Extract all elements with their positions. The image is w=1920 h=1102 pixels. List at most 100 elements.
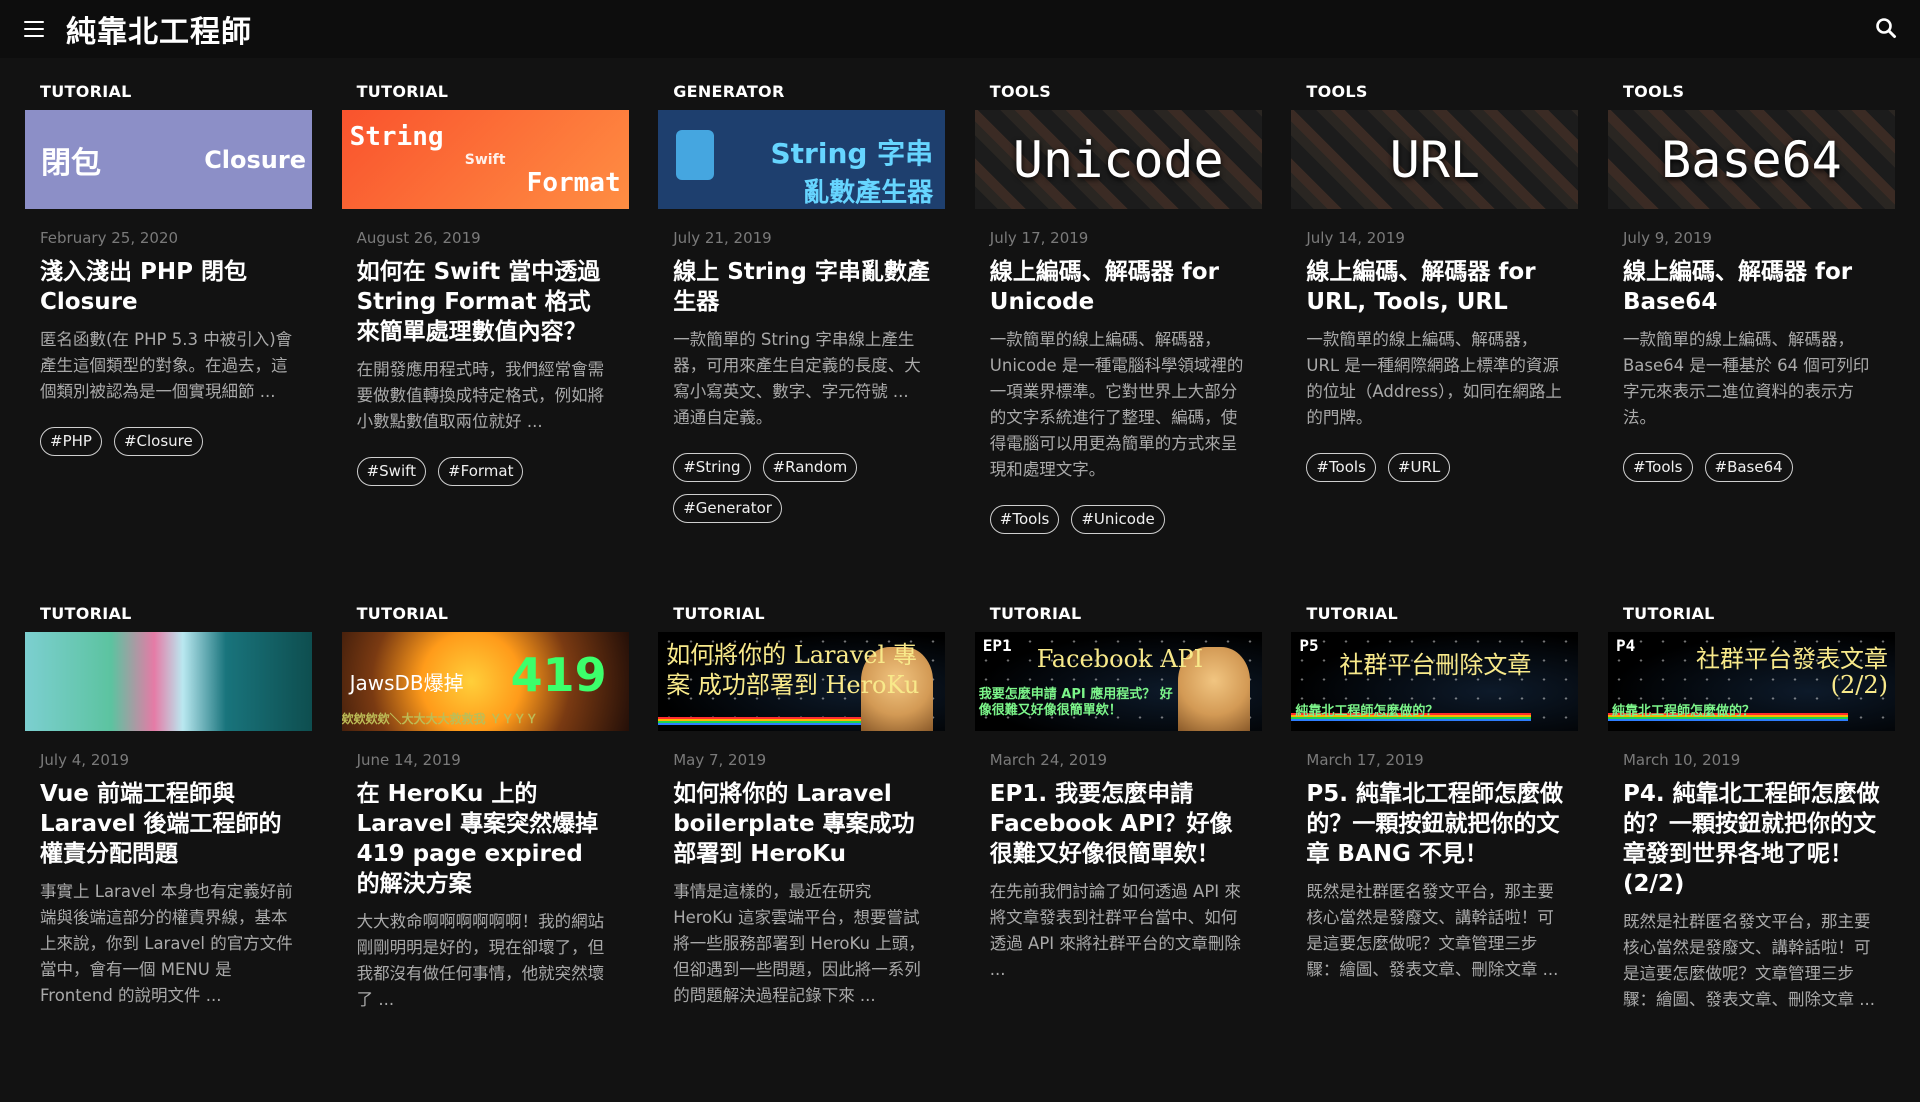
thumbnail-text: Facebook API [1036, 645, 1204, 673]
post-title[interactable]: 如何在 Swift 當中透過 String Format 格式來簡單處理數值內容… [357, 257, 614, 347]
post-title[interactable]: EP1. 我要怎麼申請 Facebook API？好像很難又好像很簡單欸！ [990, 779, 1247, 869]
post-title[interactable]: 線上編碼、解碼器 for Unicode [990, 257, 1247, 317]
hamburger-icon[interactable] [24, 21, 44, 37]
post-thumbnail[interactable]: Base64 [1607, 110, 1895, 209]
post-category[interactable]: TUTORIAL [1623, 604, 1880, 624]
thumbnail-text: Closure [204, 145, 306, 174]
post-thumbnail[interactable] [25, 632, 312, 731]
tag-link[interactable]: #PHP [40, 427, 102, 456]
post-thumbnail[interactable]: 如何將你的 Laravel 專案 成功部署到 HeroKu [658, 632, 946, 731]
thumbnail-text: Base64 [1661, 130, 1842, 189]
thumbnail-text: P4 [1615, 636, 1636, 655]
post-excerpt: 匿名函數(在 PHP 5.3 中被引入)會產生這個類型的對象。在過去，這個類別被… [40, 330, 293, 401]
robot-icon [676, 130, 715, 180]
thumbnail-text: URL [1389, 130, 1481, 189]
post-category[interactable]: TUTORIAL [990, 604, 1247, 624]
post-title[interactable]: 線上編碼、解碼器 for Base64 [1623, 257, 1880, 317]
post-title[interactable]: 線上 String 字串亂數產生器 [673, 257, 930, 317]
tag-link[interactable]: #Swift [356, 457, 427, 486]
thumbnail-text: 欸欸欸欸＼大大大大救救我 ＹＹＹＹ [341, 712, 538, 726]
post-category[interactable]: TUTORIAL [357, 82, 614, 102]
thumbnail-text: JawsDB爆掉 [349, 671, 464, 695]
post-tags: #Tools #URL [1306, 453, 1563, 482]
post-category[interactable]: TOOLS [990, 82, 1247, 102]
tag-link[interactable]: #Generator [673, 494, 782, 523]
post-card: TUTORIAL July 4, 2019 Vue 前端工程師與 Laravel… [25, 580, 312, 1102]
post-thumbnail[interactable]: EP1 Facebook API 我要怎麼申請 API 應用程式？ 好像很難又好… [974, 632, 1262, 731]
tag-link[interactable]: #Format [438, 457, 524, 486]
post-thumbnail[interactable]: URL [1291, 110, 1579, 209]
post-category[interactable]: TUTORIAL [40, 82, 297, 102]
search-icon[interactable] [1874, 16, 1898, 40]
post-excerpt: 大大救命啊啊啊啊啊啊！我的網站剛剛明明是好的，現在卻壞了，但我都沒有做任何事情，… [356, 912, 605, 1009]
thumbnail-text: Swift [464, 151, 506, 168]
post-card: GENERATOR String 字串 亂數產生器 July 21, 2019 … [658, 58, 946, 580]
thumbnail-text: 亂數產生器 [803, 178, 934, 208]
post-tags: #Swift #Format [356, 457, 614, 486]
post-grid: TUTORIAL 閉包 Closure February 25, 2020 淺入… [25, 58, 1895, 1102]
tag-link[interactable]: #URL [1387, 453, 1451, 482]
post-tags: #Tools #Base64 [1622, 453, 1880, 482]
tag-link[interactable]: #Unicode [1071, 505, 1165, 534]
post-category[interactable]: GENERATOR [673, 82, 930, 102]
tag-link[interactable]: #Tools [989, 505, 1060, 534]
post-category[interactable]: TUTORIAL [1306, 604, 1563, 624]
post-date: June 14, 2019 [356, 751, 461, 769]
post-date: March 24, 2019 [989, 751, 1108, 769]
post-title[interactable]: 線上編碼、解碼器 for URL, Tools, URL [1306, 257, 1563, 317]
post-title[interactable]: Vue 前端工程師與 Laravel 後端工程師的權責分配問題 [40, 779, 297, 869]
post-title[interactable]: 淺入淺出 PHP 閉包 Closure [40, 257, 297, 317]
thumbnail-text: 純靠北工程師怎麼做的？ [1611, 704, 1755, 719]
post-title[interactable]: P5. 純靠北工程師怎麼做的？一顆按鈕就把你的文章 BANG 不見！ [1306, 779, 1563, 869]
post-date: July 14, 2019 [1306, 229, 1405, 247]
post-category[interactable]: TUTORIAL [357, 604, 614, 624]
tag-link[interactable]: #Tools [1622, 453, 1693, 482]
thumbnail-text: 社群平台刪除文章 [1339, 651, 1532, 679]
tag-link[interactable]: #Closure [113, 427, 203, 456]
thumbnail-text: String [349, 121, 444, 152]
post-category[interactable]: TUTORIAL [40, 604, 297, 624]
post-thumbnail[interactable]: 閉包 Closure [25, 110, 312, 209]
post-category[interactable]: TUTORIAL [673, 604, 930, 624]
post-card: TUTORIAL JawsDB爆掉 419 欸欸欸欸＼大大大大救救我 ＹＹＹＹ … [341, 580, 629, 1102]
thumbnail-text: EP1 [982, 636, 1012, 655]
post-card: TOOLS Base64 July 9, 2019 線上編碼、解碼器 for B… [1607, 58, 1895, 580]
post-title[interactable]: 在 HeroKu 上的 Laravel 專案突然爆掉 419 page expi… [357, 779, 614, 899]
site-title[interactable]: 純靠北工程師 [66, 7, 252, 51]
post-card: TOOLS Unicode July 17, 2019 線上編碼、解碼器 for… [974, 58, 1262, 580]
post-title[interactable]: 如何將你的 Laravel boilerplate 專案成功部署到 HeroKu [673, 779, 930, 869]
post-card: TUTORIAL P4 社群平台發表文章 (2/2) 純靠北工程師怎麼做的？ M… [1607, 580, 1895, 1102]
post-thumbnail[interactable]: Unicode [974, 110, 1262, 209]
post-thumbnail[interactable]: String Swift Format [341, 110, 629, 209]
post-title[interactable]: P4. 純靠北工程師怎麼做的？一顆按鈕就把你的文章發到世界各地了呢！(2/2) [1623, 779, 1880, 899]
post-date: July 17, 2019 [989, 229, 1089, 247]
tag-link[interactable]: #String [673, 453, 751, 482]
post-date: August 26, 2019 [356, 229, 481, 247]
post-date: February 25, 2020 [40, 229, 179, 247]
post-thumbnail[interactable]: String 字串 亂數產生器 [658, 110, 946, 209]
post-card: TUTORIAL 如何將你的 Laravel 專案 成功部署到 HeroKu M… [658, 580, 946, 1102]
post-tags: #Tools #Unicode [989, 505, 1247, 534]
post-date: May 7, 2019 [673, 751, 767, 769]
thumbnail-text: 如何將你的 Laravel 專案 成功部署到 HeroKu [666, 641, 920, 699]
thumbnail-text: 419 [510, 648, 607, 702]
post-thumbnail[interactable]: P4 社群平台發表文章 (2/2) 純靠北工程師怎麼做的？ [1607, 632, 1895, 731]
thumbnail-text: String 字串 [770, 137, 934, 170]
tag-link[interactable]: #Tools [1306, 453, 1376, 482]
post-excerpt: 在先前我們討論了如何透過 API 來將文章發表到社群平台當中、如何透過 API … [989, 882, 1241, 979]
tag-link[interactable]: #Base64 [1704, 453, 1793, 482]
post-card: TUTORIAL 閉包 Closure February 25, 2020 淺入… [25, 58, 312, 580]
post-card: TUTORIAL String Swift Format August 26, … [341, 58, 629, 580]
post-tags: #String #Random #Generator [673, 453, 930, 523]
post-category[interactable]: TOOLS [1623, 82, 1880, 102]
top-bar: 純靠北工程師 [0, 0, 1920, 58]
post-date: July 21, 2019 [673, 229, 772, 247]
post-excerpt: 一款簡單的線上編碼、解碼器，Base64 是一種基於 64 個可列印字元來表示二… [1622, 330, 1870, 427]
post-thumbnail[interactable]: JawsDB爆掉 419 欸欸欸欸＼大大大大救救我 ＹＹＹＹ [341, 632, 629, 731]
post-date: July 4, 2019 [40, 751, 129, 769]
tag-link[interactable]: #Random [762, 453, 858, 482]
post-thumbnail[interactable]: P5 社群平台刪除文章 純靠北工程師怎麼做的？ [1291, 632, 1579, 731]
post-category[interactable]: TOOLS [1306, 82, 1563, 102]
post-excerpt: 事實上 Laravel 本身也有定義好前端與後端這部分的權責界線，基本上來說，你… [40, 882, 293, 1005]
post-card: TOOLS URL July 14, 2019 線上編碼、解碼器 for URL… [1291, 58, 1579, 580]
